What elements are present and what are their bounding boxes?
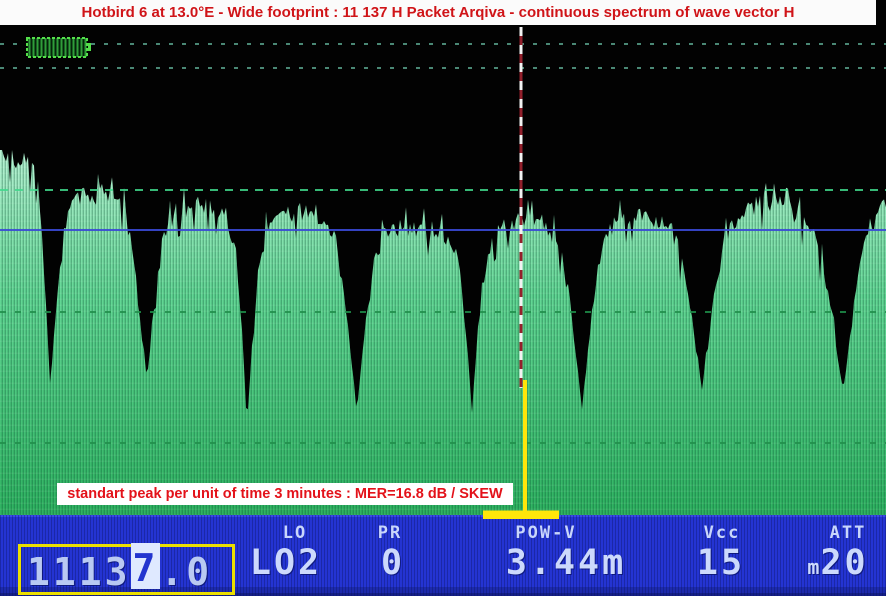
- annotation-text: standart peak per unit of time 3 minutes…: [67, 486, 503, 502]
- frequency-digits-after: .0: [160, 550, 212, 594]
- lo-value: LO2: [250, 543, 322, 583]
- spectrum-scanline-texture: [0, 150, 886, 515]
- satellite-meter-screen: Hotbird 6 at 13.0°E - Wide footprint : 1…: [0, 0, 886, 596]
- measurement-annotation: standart peak per unit of time 3 minutes…: [57, 483, 513, 505]
- pr-value: 0: [381, 543, 405, 583]
- signal-marker-box: [27, 38, 91, 57]
- powv-highlight-underline: [483, 515, 559, 519]
- vcc-value: 15: [697, 543, 745, 583]
- frequency-value: 11137.0: [27, 547, 212, 593]
- frequency-display[interactable]: 11137.0: [18, 544, 235, 595]
- spectrum-display: [0, 0, 886, 596]
- status-bar: 11137.0 LO PR POW-V Vcc ATT LO2 0 3.44m …: [0, 515, 886, 596]
- powv-label: POW-V: [515, 523, 576, 543]
- lo-label: LO: [283, 523, 307, 543]
- vcc-label: Vcc: [704, 523, 741, 543]
- powv-value: 3.44m: [506, 543, 626, 583]
- frequency-digits-before: 1113: [27, 550, 131, 594]
- att-value-prefix: m: [807, 555, 820, 579]
- att-value-main: 20: [820, 543, 868, 583]
- att-value: m20: [807, 543, 868, 583]
- frequency-selected-digit[interactable]: 7: [131, 543, 161, 589]
- pr-label: PR: [378, 523, 402, 543]
- att-label: ATT: [830, 523, 867, 543]
